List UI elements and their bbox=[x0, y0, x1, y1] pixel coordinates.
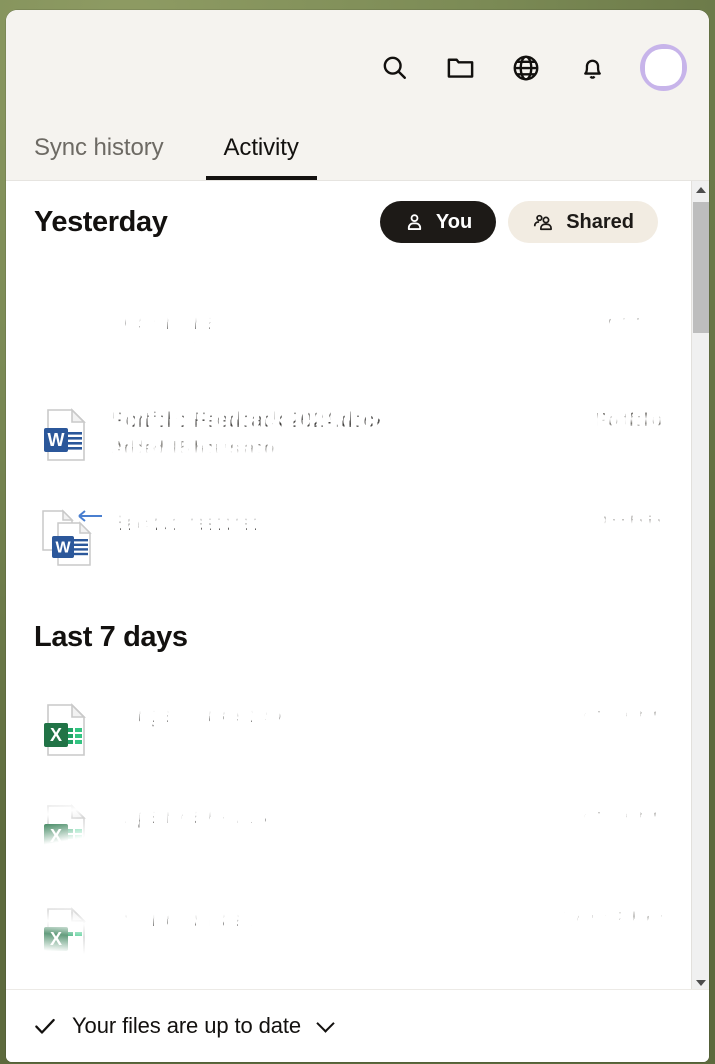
header-toolbar bbox=[374, 44, 687, 91]
chevron-down-icon bbox=[316, 1014, 335, 1033]
chevron-down-icon bbox=[695, 979, 706, 986]
list-item-location: Portfolio bbox=[595, 410, 662, 430]
scrollbar[interactable] bbox=[691, 181, 709, 991]
filter-pill-you[interactable]: You bbox=[379, 201, 497, 243]
avatar-image bbox=[645, 49, 682, 86]
chevron-up-icon bbox=[695, 186, 706, 193]
list-item-title: Budget tracker.xlsx bbox=[112, 704, 286, 727]
list-item[interactable]: X Expenses Q1.xlsx Shared 3 days ago Doc… bbox=[34, 791, 692, 876]
search-icon[interactable] bbox=[374, 48, 414, 88]
tab-sync-history[interactable]: Sync history bbox=[34, 134, 164, 180]
list-item-title: Backup restored bbox=[112, 512, 262, 535]
list-item-subtitle: Edited 14 hours ago bbox=[112, 340, 274, 361]
list-item-location: Portfolio bbox=[595, 312, 662, 332]
svg-text:X: X bbox=[50, 929, 62, 949]
svg-text:W: W bbox=[55, 540, 71, 557]
list-item[interactable]: W Portfolio Feedback 2024.docx Added 15 … bbox=[34, 395, 692, 480]
scrollbar-thumb[interactable] bbox=[693, 202, 709, 333]
tab-bar: Sync history Activity bbox=[6, 134, 317, 180]
svg-text:W: W bbox=[48, 430, 65, 450]
filter-pill-shared[interactable]: Shared bbox=[508, 201, 658, 243]
list-item[interactable]: Design brief v2 Edited 14 hours ago Port… bbox=[34, 297, 692, 377]
status-bar: Your files are up to date bbox=[6, 989, 709, 1062]
list-item-title: Expenses Q1.xlsx bbox=[112, 805, 277, 828]
svg-text:X: X bbox=[50, 826, 62, 846]
filter-pill-shared-label: Shared bbox=[566, 210, 634, 233]
list-item-title: Invoice log.xlsx bbox=[112, 908, 252, 931]
sync-status-button[interactable]: Your files are up to date bbox=[32, 1013, 335, 1039]
list-item[interactable]: X Invoice log.xlsx Edited 5 days ago Wor… bbox=[34, 894, 692, 979]
excel-document-icon: X bbox=[34, 699, 94, 766]
excel-document-icon: X bbox=[34, 903, 94, 970]
rows-last-7-days: X Budget tracker.xlsx Edited 2 days ago … bbox=[6, 690, 692, 991]
list-item[interactable]: X Budget tracker.xlsx Edited 2 days ago … bbox=[34, 690, 692, 775]
list-item-location: Documents bbox=[570, 705, 662, 725]
activity-list: Yesterday You Shared Design brief v2 Edi… bbox=[6, 181, 692, 991]
svg-text:X: X bbox=[50, 725, 62, 745]
filter-pill-you-label: You bbox=[435, 210, 473, 233]
word-document-icon: W bbox=[34, 404, 94, 471]
list-item-subtitle: Edited 5 days ago bbox=[112, 937, 257, 958]
filter-pills: You Shared bbox=[379, 201, 658, 243]
list-item[interactable]: W Backup restored Added 16 hours ago Por… bbox=[34, 498, 692, 583]
word-restore-icon: W bbox=[34, 507, 102, 574]
excel-document-icon: X bbox=[34, 800, 94, 867]
list-item-subtitle: Added 16 hours ago bbox=[112, 541, 275, 562]
section-header-last-7-days: Last 7 days bbox=[6, 583, 692, 654]
list-item-subtitle: Added 15 hours ago bbox=[112, 438, 275, 459]
rows-yesterday: Design brief v2 Edited 14 hours ago Port… bbox=[6, 297, 692, 583]
globe-icon[interactable] bbox=[506, 48, 546, 88]
page-title: Yesterday bbox=[34, 205, 168, 238]
activity-body: Yesterday You Shared Design brief v2 Edi… bbox=[6, 180, 709, 991]
people-icon bbox=[534, 214, 553, 230]
folder-icon[interactable] bbox=[440, 48, 480, 88]
list-item-location: Documents bbox=[570, 806, 662, 826]
scrollbar-up-button[interactable] bbox=[692, 181, 709, 198]
list-item-subtitle: Shared 3 days ago bbox=[112, 834, 264, 855]
check-icon bbox=[35, 1018, 55, 1034]
list-item-subtitle: Edited 2 days ago bbox=[112, 733, 257, 754]
app-header: Sync history Activity bbox=[6, 10, 709, 180]
avatar[interactable] bbox=[640, 44, 687, 91]
list-item-title: Portfolio Feedback 2024.docx bbox=[112, 409, 385, 432]
bell-icon[interactable] bbox=[572, 48, 612, 88]
tab-activity[interactable]: Activity bbox=[205, 134, 317, 180]
section-header-yesterday: Yesterday You Shared bbox=[6, 181, 692, 243]
list-item-title: Design brief v2 bbox=[112, 311, 250, 334]
list-item-location: Work Folder bbox=[564, 909, 662, 929]
list-item-location: Portfolio bbox=[595, 513, 662, 533]
person-icon bbox=[407, 213, 421, 230]
sync-status-label: Your files are up to date bbox=[72, 1013, 302, 1038]
app-window: Sync history Activity Yesterday You Shar… bbox=[6, 10, 709, 1062]
section-title: Last 7 days bbox=[34, 621, 188, 653]
